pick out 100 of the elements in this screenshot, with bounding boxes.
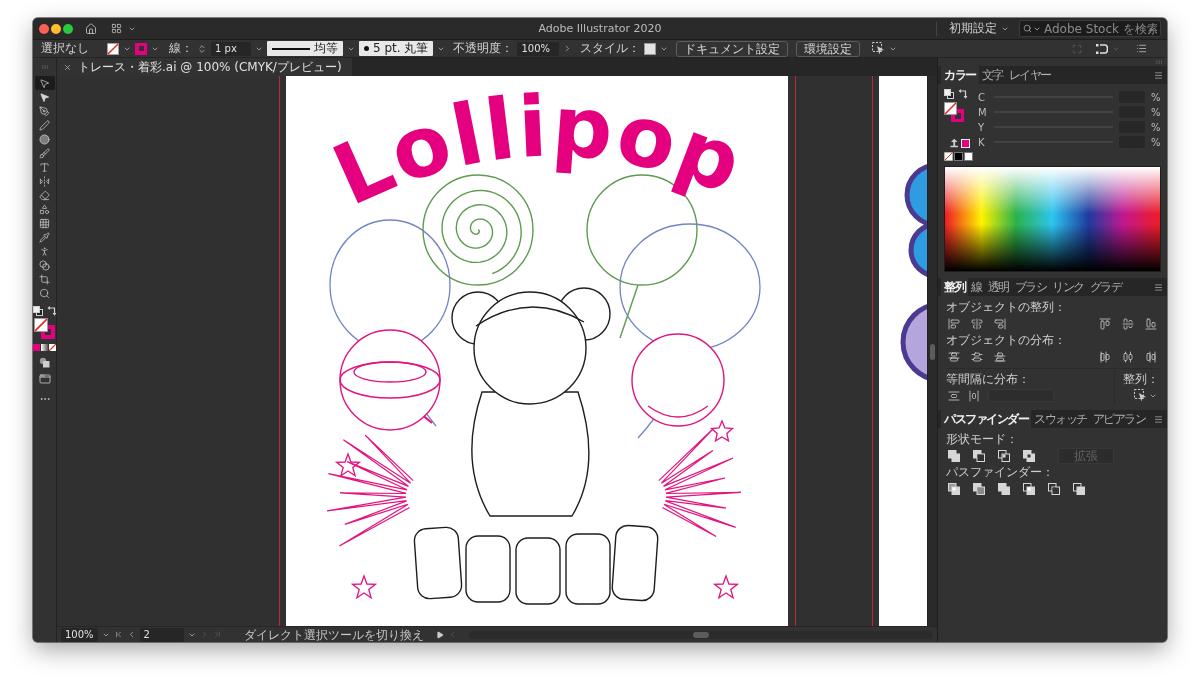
filled-arrow-pointer-icon[interactable] — [39, 91, 50, 103]
play-icon[interactable] — [435, 630, 444, 639]
color-swatch-icon[interactable] — [961, 138, 970, 148]
distribute-middle-icon[interactable] — [971, 350, 983, 363]
swatch-icon[interactable] — [964, 152, 973, 161]
none-mode-icon[interactable] — [49, 344, 56, 351]
grip-icon[interactable] — [1155, 58, 1163, 66]
panel-tab[interactable]: アピアラン — [1089, 410, 1148, 428]
home-icon[interactable] — [85, 22, 97, 35]
space-horizontal-icon[interactable] — [968, 389, 980, 402]
color-spectrum[interactable] — [944, 166, 1161, 272]
list-icon[interactable] — [1136, 43, 1147, 54]
scrollbar-thumb[interactable] — [692, 631, 709, 638]
menu-icon[interactable] — [1154, 282, 1163, 292]
swap-arrow-icon[interactable] — [46, 306, 57, 316]
fill-swatch-icon[interactable] — [944, 102, 957, 115]
stroke-profile-dropdown[interactable]: 均等 — [267, 41, 343, 56]
shapes-icon[interactable] — [39, 203, 50, 215]
window-minimize-icon[interactable] — [51, 23, 61, 34]
align-top-icon[interactable] — [1099, 317, 1111, 330]
brush-dropdown[interactable]: 5 pt. 丸筆 — [359, 41, 434, 56]
zoom-icon[interactable] — [39, 287, 50, 299]
menu-icon[interactable] — [1154, 414, 1163, 424]
pen-nib-icon[interactable] — [39, 105, 50, 117]
distribute-left-icon[interactable] — [1099, 350, 1111, 363]
overlapping-squares-icon[interactable] — [1048, 482, 1060, 495]
style-swatch-icon[interactable] — [644, 42, 657, 55]
distribute-center-icon[interactable] — [1122, 350, 1134, 363]
distribute-bottom-icon[interactable] — [994, 350, 1006, 363]
pen-icon[interactable] — [39, 119, 50, 131]
zoom-field[interactable]: 100% — [61, 627, 98, 642]
swap-arrow-icon[interactable] — [958, 89, 968, 99]
window-icon[interactable] — [38, 373, 51, 385]
reflect-icon[interactable] — [39, 175, 50, 187]
panel-tab[interactable]: 整列 — [941, 278, 968, 296]
type-icon[interactable] — [39, 161, 50, 173]
opacity-field[interactable]: 100% — [517, 41, 560, 56]
panel-tab[interactable]: 文字 — [978, 66, 1006, 84]
overlapping-squares-icon[interactable] — [973, 449, 985, 462]
color-mode-icon[interactable] — [33, 344, 40, 351]
scrollbar-thumb[interactable] — [930, 344, 935, 360]
pointer-box-icon[interactable] — [872, 42, 886, 55]
ellipse-icon[interactable] — [39, 133, 50, 145]
eraser-icon[interactable] — [39, 189, 50, 201]
swatch-icon[interactable] — [944, 152, 953, 161]
first-page-icon[interactable] — [113, 630, 123, 639]
fill-swatch-icon[interactable] — [34, 318, 48, 332]
search-icon[interactable] — [1023, 24, 1032, 33]
tool-button[interactable] — [34, 76, 55, 90]
align-left-icon[interactable] — [948, 317, 960, 330]
stroke-weight-field[interactable]: 1 px — [211, 41, 251, 56]
grip-icon[interactable] — [40, 63, 49, 71]
overlapping-squares-icon[interactable] — [998, 449, 1010, 462]
scrollbar-track[interactable] — [468, 630, 933, 639]
workspace-dropdown[interactable]: 初期設定 — [945, 20, 1013, 37]
pointer-box-icon[interactable] — [1134, 389, 1147, 402]
arrow-pointer-icon[interactable] — [39, 77, 50, 89]
overlapping-squares-icon[interactable] — [948, 482, 960, 495]
swatch-icon[interactable] — [954, 152, 963, 161]
stroke-swatch-icon[interactable] — [135, 42, 147, 55]
scrollbar-track[interactable] — [927, 76, 937, 626]
overlapping-squares-icon[interactable] — [1073, 482, 1085, 495]
figure-icon[interactable] — [39, 245, 50, 257]
overlapping-squares-icon[interactable] — [998, 482, 1010, 495]
up-arrow-icon[interactable] — [950, 138, 959, 148]
crop-icon[interactable] — [39, 273, 50, 285]
distribute-top-icon[interactable] — [948, 350, 960, 363]
eyedropper-icon[interactable] — [39, 231, 50, 243]
align-right-icon[interactable] — [994, 317, 1006, 330]
panel-tab[interactable]: カラー — [941, 66, 979, 84]
window-maximize-icon[interactable] — [63, 23, 73, 34]
settings-button[interactable]: 環境設定 — [796, 40, 861, 57]
blend-icon[interactable] — [39, 259, 50, 271]
draw-mode-icon[interactable] — [39, 357, 50, 368]
small-squares-icon[interactable] — [33, 306, 43, 316]
overlapping-squares-icon[interactable] — [1023, 449, 1035, 462]
gradient-mode-icon[interactable] — [41, 344, 48, 351]
panel-tab[interactable]: パスファインダー — [941, 410, 1031, 428]
document-tab[interactable]: トレース・着彩.ai @ 100% (CMYK/プレビュー) — [57, 58, 352, 76]
menu-icon[interactable] — [1154, 70, 1163, 80]
overlapping-squares-icon[interactable] — [1023, 482, 1035, 495]
settings-button[interactable]: ドキュメント設定 — [676, 40, 789, 57]
overlapping-squares-icon[interactable] — [948, 449, 960, 462]
bracket-icon[interactable] — [1096, 42, 1108, 55]
layout-icon[interactable] — [111, 23, 122, 34]
align-center-icon[interactable] — [971, 317, 983, 330]
fill-swatch-icon[interactable] — [107, 42, 119, 55]
align-bottom-icon[interactable] — [1145, 317, 1157, 330]
panel-tab[interactable]: スウォッチ — [1031, 410, 1090, 428]
panel-tab[interactable]: リンク — [1049, 278, 1087, 296]
close-icon[interactable] — [63, 62, 72, 72]
panel-tab[interactable]: 透明 — [984, 278, 1012, 296]
align-middle-icon[interactable] — [1122, 317, 1134, 330]
artboard-field[interactable]: 2 — [139, 627, 184, 642]
panel-tab[interactable]: 線 — [968, 278, 985, 296]
dot-icon[interactable] — [364, 46, 369, 51]
panel-tab[interactable]: ブラシ — [1011, 278, 1049, 296]
panel-tab[interactable]: レイヤー — [1005, 66, 1054, 84]
distribute-right-icon[interactable] — [1145, 350, 1157, 363]
space-vertical-icon[interactable] — [948, 389, 960, 402]
